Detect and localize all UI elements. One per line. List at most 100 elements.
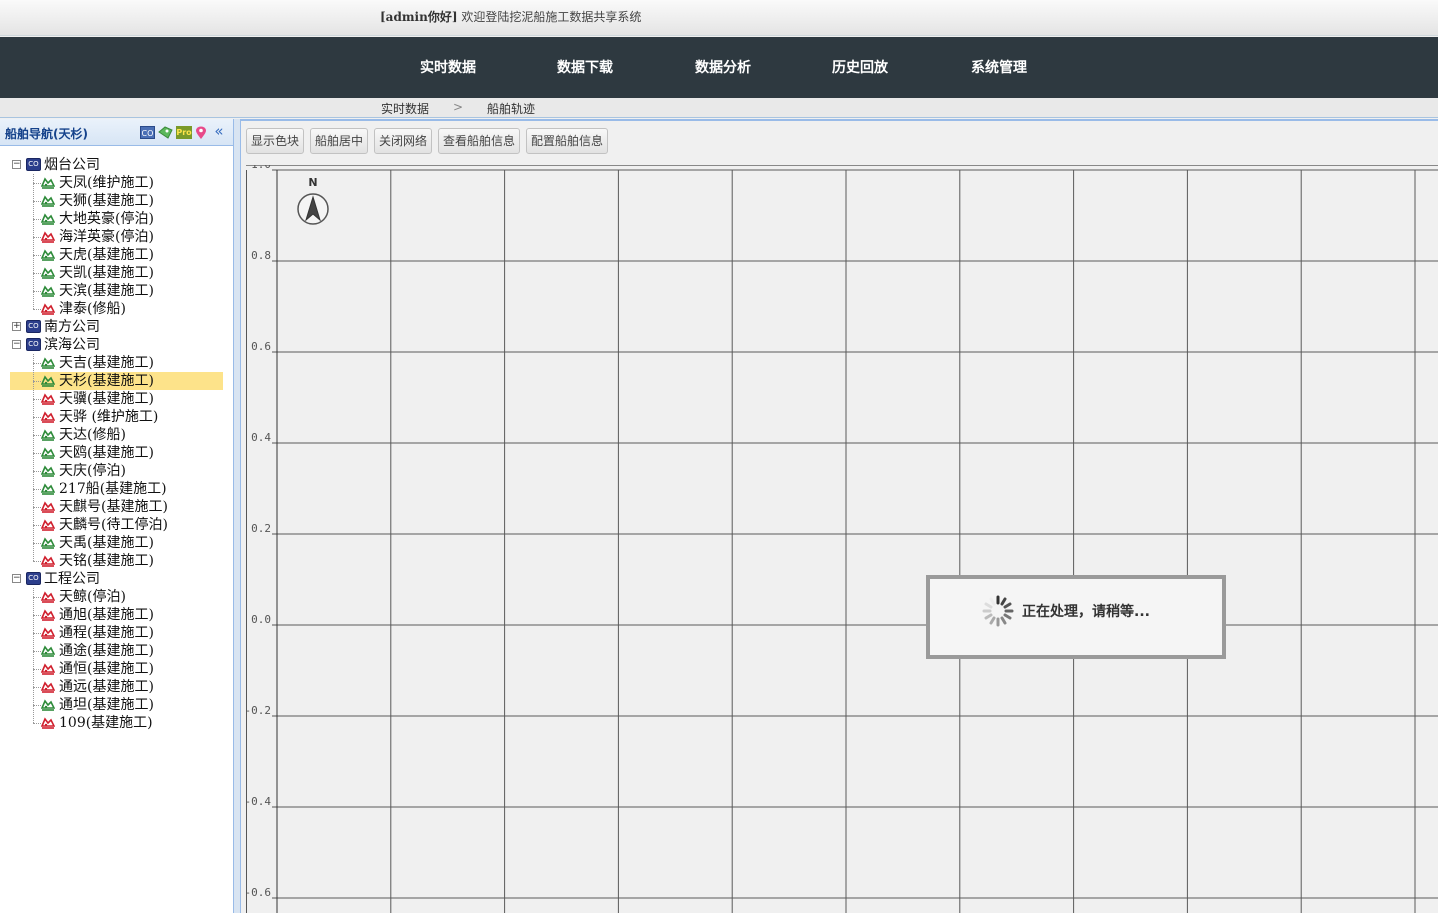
center-ship-button[interactable]: 船舶居中 (310, 128, 369, 154)
tree-connector (33, 273, 41, 274)
tree-ship-item[interactable]: 109(基建施工) (59, 714, 153, 732)
tree-group-label[interactable]: 滨海公司 (44, 336, 100, 354)
tree-connector (33, 453, 41, 454)
tree-ship-item[interactable]: 天禹(基建施工) (59, 534, 154, 552)
tree-connector (33, 435, 41, 436)
ship-offline-icon (40, 518, 56, 532)
ship-online-icon (40, 212, 56, 226)
compass-label: N (308, 176, 317, 189)
breadcrumb-parent[interactable]: 实时数据 (381, 100, 429, 117)
loading-dialog: 正在处理，请稍等... (926, 575, 1226, 659)
nav-realtime-data[interactable]: 实时数据 (420, 57, 476, 77)
ship-online-icon (40, 266, 56, 280)
tree-ship-item[interactable]: 通旭(基建施工) (59, 606, 154, 624)
ship-offline-icon (40, 410, 56, 424)
tree-toggle[interactable]: − (12, 574, 21, 583)
ship-online-icon (40, 536, 56, 550)
view-ship-info-button[interactable]: 查看船舶信息 (438, 128, 521, 154)
pin-icon[interactable] (195, 126, 207, 139)
nav-system-admin[interactable]: 系统管理 (971, 57, 1027, 77)
nav-history-playback[interactable]: 历史回放 (832, 57, 888, 77)
tree-ship-item[interactable]: 天杉(基建施工) (59, 372, 154, 390)
tree-connector (33, 219, 41, 220)
ship-offline-icon (40, 626, 56, 640)
tree-ship-item[interactable]: 天麒号(基建施工) (59, 498, 168, 516)
tree-connector (33, 687, 41, 688)
tag-icon[interactable] (158, 126, 173, 139)
tree-connector (33, 489, 41, 490)
y-tick-label: 0.4 (251, 431, 271, 444)
tree-ship-item[interactable]: 通程(基建施工) (59, 624, 154, 642)
tree-ship-item[interactable]: 通远(基建施工) (59, 678, 154, 696)
tree-group-label[interactable]: 工程公司 (44, 570, 100, 588)
track-chart[interactable]: 1.0 0.8 0.6 0.4 0.2 0.0 -0.2 -0.4 -0.6 N (246, 165, 1438, 913)
config-ship-info-button[interactable]: 配置船舶信息 (526, 128, 609, 154)
tree-ship-item[interactable]: 天狮(基建施工) (59, 192, 154, 210)
show-color-block-button[interactable]: 显示色块 (246, 128, 305, 154)
tree-ship-item[interactable]: 通坦(基建施工) (59, 696, 154, 714)
tree-ship-item[interactable]: 天庆(停泊) (59, 462, 126, 480)
tree-ship-item[interactable]: 津泰(修船) (59, 300, 126, 318)
tree-ship-item[interactable]: 217船(基建施工) (59, 480, 167, 498)
tree-ship-item[interactable]: 天鸥(基建施工) (59, 444, 154, 462)
tree-connector (33, 597, 41, 598)
ship-offline-icon (40, 608, 56, 622)
spinner-icon (982, 595, 1014, 627)
ship-online-icon (40, 284, 56, 298)
tree-connector (33, 669, 41, 670)
tree-ship-item[interactable]: 通途(基建施工) (59, 642, 154, 660)
co-icon[interactable]: CO (140, 126, 155, 139)
tree-ship-item[interactable]: 天吉(基建施工) (59, 354, 154, 372)
panel-title: 船舶导航(天杉) (5, 127, 88, 141)
loading-message: 正在处理，请稍等... (1022, 604, 1150, 620)
ship-online-icon (40, 446, 56, 460)
tree-ship-item[interactable]: 海洋英豪(停泊) (59, 228, 154, 246)
top-bar: [admin你好] 欢迎登陆挖泥船施工数据共享系统 (0, 0, 1438, 36)
ship-offline-icon (40, 230, 56, 244)
ship-offline-icon (40, 680, 56, 694)
tree-group-label[interactable]: 南方公司 (44, 318, 100, 336)
tree-ship-item[interactable]: 天虎(基建施工) (59, 246, 154, 264)
tree-connector (33, 525, 41, 526)
ship-offline-icon (40, 554, 56, 568)
company-icon: CO (26, 158, 41, 171)
tree-group-label[interactable]: 烟台公司 (44, 156, 100, 174)
tree-ship-item[interactable]: 天凤(维护施工) (59, 174, 154, 192)
tree-ship-item[interactable]: 大地英豪(停泊) (59, 210, 154, 228)
nav-data-analysis[interactable]: 数据分析 (695, 57, 751, 77)
tree-toggle[interactable]: − (12, 160, 21, 169)
tree-connector (33, 201, 41, 202)
tree-ship-item[interactable]: 天鲸(停泊) (59, 588, 126, 606)
tree-connector (33, 309, 41, 310)
tree-connector (33, 354, 34, 561)
tree-connector (33, 471, 41, 472)
tree-ship-item[interactable]: 天麟号(待工停泊) (59, 516, 168, 534)
close-network-button[interactable]: 关闭网络 (374, 128, 433, 154)
ship-online-icon (40, 644, 56, 658)
tree-connector (33, 363, 41, 364)
tree-ship-item[interactable]: 天骅 (维护施工) (59, 408, 158, 426)
tree-ship-item[interactable]: 天达(修船) (59, 426, 126, 444)
nav-data-download[interactable]: 数据下载 (557, 57, 613, 77)
ship-online-icon (40, 176, 56, 190)
tree-ship-item[interactable]: 天凯(基建施工) (59, 264, 154, 282)
ship-online-icon (40, 356, 56, 370)
tree-toggle[interactable]: − (12, 340, 21, 349)
y-tick-label: 0.0 (251, 613, 271, 626)
breadcrumb-separator: > (453, 100, 464, 114)
ship-online-icon (40, 248, 56, 262)
tree-ship-item[interactable]: 天骥(基建施工) (59, 390, 154, 408)
tree-connector (33, 615, 41, 616)
pro-icon[interactable]: Pro (176, 126, 192, 139)
ship-online-icon (40, 698, 56, 712)
y-tick-label: -0.2 (246, 704, 271, 717)
collapse-icon[interactable]: « (212, 124, 226, 139)
y-tick-label: 1.0 (251, 165, 271, 171)
tree-ship-item[interactable]: 天滨(基建施工) (59, 282, 154, 300)
tree-connector (33, 633, 41, 634)
breadcrumb-current: 船舶轨迹 (487, 102, 536, 116)
tree-ship-item[interactable]: 通恒(基建施工) (59, 660, 154, 678)
tree-ship-item[interactable]: 天铭(基建施工) (59, 552, 154, 570)
tree-toggle[interactable]: + (12, 322, 21, 331)
ship-online-icon (40, 464, 56, 478)
